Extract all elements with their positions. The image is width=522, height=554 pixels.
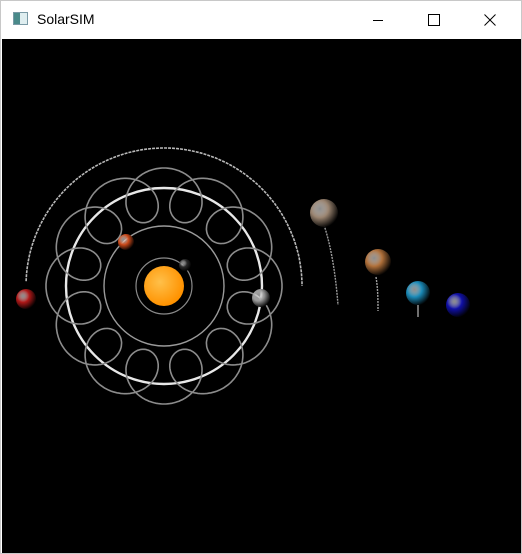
close-button[interactable] bbox=[467, 1, 513, 38]
planet-4-planet-icon[interactable] bbox=[16, 289, 36, 309]
trail-planet-6 bbox=[375, 276, 379, 312]
planet-6-planet-icon[interactable] bbox=[365, 249, 391, 275]
planet-1-planet-icon[interactable] bbox=[179, 259, 191, 271]
maximize-icon bbox=[428, 13, 440, 26]
app-icon bbox=[13, 12, 28, 25]
minimize-icon bbox=[373, 19, 383, 21]
close-icon bbox=[484, 13, 496, 26]
planet-2-planet-icon[interactable] bbox=[118, 234, 134, 250]
trail-planet-5 bbox=[323, 224, 339, 306]
simulation-canvas[interactable] bbox=[2, 39, 521, 553]
minimize-button[interactable] bbox=[355, 1, 401, 38]
planet-3-planet-icon[interactable] bbox=[252, 289, 270, 307]
planet-7-planet-icon[interactable] bbox=[406, 281, 430, 305]
planet-8-planet-icon[interactable] bbox=[446, 293, 470, 317]
planet-5-planet-icon[interactable] bbox=[310, 199, 338, 227]
app-window: SolarSIM bbox=[0, 0, 522, 554]
window-title: SolarSIM bbox=[37, 11, 95, 27]
solar-system-view[interactable] bbox=[2, 39, 521, 553]
title-bar[interactable]: SolarSIM bbox=[1, 1, 521, 38]
sun-icon[interactable] bbox=[144, 266, 184, 306]
orbit-trails bbox=[25, 147, 419, 405]
maximize-button[interactable] bbox=[411, 1, 457, 38]
